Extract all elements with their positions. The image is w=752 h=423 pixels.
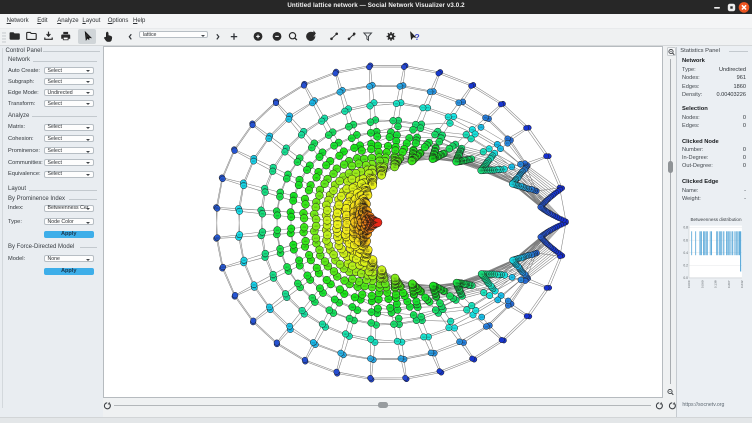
svg-text:0.207: 0.207: [727, 280, 731, 288]
svg-text:?: ?: [415, 32, 420, 42]
svg-text:0.2: 0.2: [683, 263, 688, 267]
svg-text:0.4: 0.4: [683, 251, 688, 255]
svg-text:0.000: 0.000: [687, 280, 691, 288]
svg-text:0.0: 0.0: [683, 276, 688, 280]
svg-text:0.6: 0.6: [683, 238, 688, 242]
svg-text:0.242: 0.242: [740, 280, 744, 288]
svg-text:0.138: 0.138: [714, 280, 718, 288]
svg-text:0.8: 0.8: [683, 226, 688, 230]
svg-text:0.069: 0.069: [700, 280, 704, 288]
